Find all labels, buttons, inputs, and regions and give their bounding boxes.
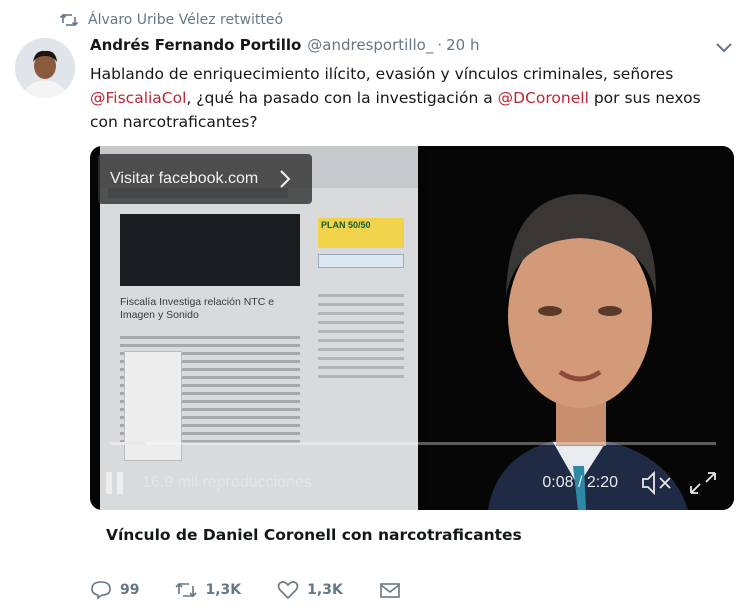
video-progress-bar[interactable] [110,442,716,445]
video-progress-fill [110,442,147,445]
card-title[interactable]: Vínculo de Daniel Coronell con narcotraf… [106,526,522,544]
pause-icon[interactable] [106,472,124,494]
visit-facebook-label: Visitar facebook.com [110,170,259,187]
tweet-text-part: , ¿qué ha pasado con la investigación a [186,89,498,107]
tweet-header: Andrés Fernando Portillo @andresportillo… [90,36,732,58]
tweet-text: Hablando de enriquecimiento ilícito, eva… [90,62,730,134]
heart-icon [277,581,299,600]
reply-count: 99 [120,582,140,598]
avatar-image [15,38,75,98]
like-button[interactable]: 1,3K [277,580,343,600]
tweet-timestamp[interactable]: 20 h [446,36,479,54]
view-count: 16,9 mil reproducciones [142,474,312,491]
mention-fiscaliacol[interactable]: @FiscaliaCol [90,89,186,107]
envelope-icon [379,583,400,598]
author-name[interactable]: Andrés Fernando Portillo [90,36,301,54]
chevron-down-icon[interactable] [714,40,734,56]
separator: · [437,36,443,54]
mention-dcoronell[interactable]: @DCoronell [498,89,589,107]
video-time-readout: 0:08 / 2:20 [542,474,618,491]
webpage-ad-bar [318,254,404,268]
reply-icon [91,581,111,600]
tweet-actions: 99 1,3K 1,3K [90,576,437,604]
retweet-button[interactable]: 1,3K [175,580,241,600]
author-avatar[interactable] [15,38,75,98]
ad-label: PLAN 50/50 [321,220,371,230]
like-count: 1,3K [307,582,343,598]
webpage-video-thumbnail [120,214,300,286]
retweet-icon [175,582,198,598]
webpage-ad: PLAN 50/50 [318,218,404,248]
retweet-context: Álvaro Uribe Vélez retwitteó [60,10,283,30]
webpage-headline: Fiscalía Investiga relación NTC e Imagen… [120,296,275,321]
tweet-text-part: Hablando de enriquecimiento ilícito, eva… [90,65,674,83]
webpage-sidebar-lines [318,294,404,384]
author-handle[interactable]: @andresportillo_ [307,36,433,54]
retweet-by-text[interactable]: Álvaro Uribe Vélez retwitteó [88,12,283,28]
visit-facebook-button[interactable]: Visitar facebook.com [98,154,312,204]
retweet-count: 1,3K [205,582,242,598]
video-player[interactable]: PLAN 50/50 Fiscalía Investiga relación N… [90,146,734,510]
video-controls: 16,9 mil reproducciones 0:08 / 2:20 [90,456,734,510]
fullscreen-icon[interactable] [688,470,718,496]
retweet-icon [60,13,78,27]
chevron-right-icon [280,170,291,188]
volume-mute-icon[interactable] [640,470,674,496]
reply-button[interactable]: 99 [90,580,139,600]
direct-message-button[interactable] [379,580,401,600]
